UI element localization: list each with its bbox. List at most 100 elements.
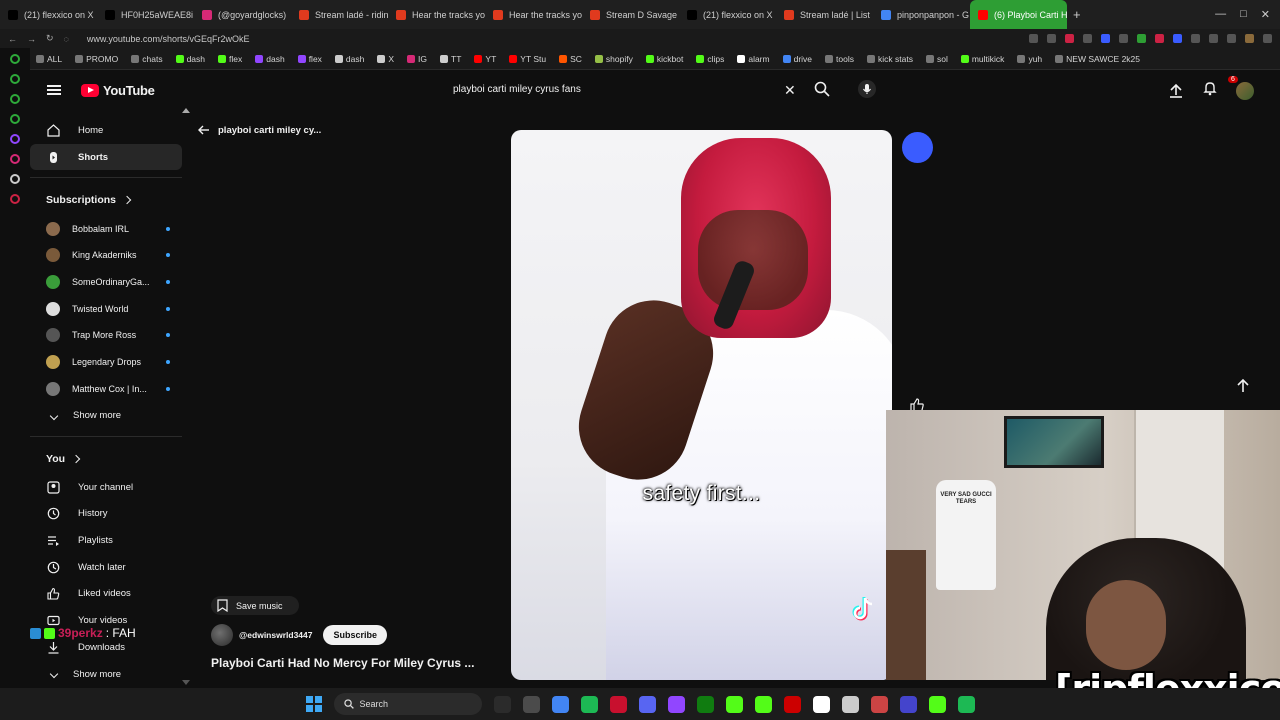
extension-icon[interactable] [1065, 34, 1074, 43]
browser-tab[interactable]: Hear the tracks yo [388, 0, 485, 29]
bookmark-item[interactable]: IG [407, 54, 427, 64]
extension-icon[interactable] [1119, 34, 1128, 43]
taskbar-app-icon[interactable] [754, 695, 772, 713]
youtube-logo[interactable]: YouTube [81, 83, 155, 98]
extension-icon[interactable] [10, 194, 20, 204]
extension-icon[interactable] [10, 54, 20, 64]
extension-icon[interactable] [1101, 34, 1110, 43]
bookmark-item[interactable]: TT [440, 54, 461, 64]
subscription-item[interactable]: Trap More Ross [30, 322, 182, 349]
sidebar-item-playlists[interactable]: Playlists [30, 527, 182, 554]
subscription-item[interactable]: Bobbalam IRL [30, 215, 182, 242]
extension-icon[interactable] [10, 74, 20, 84]
browser-tab[interactable]: HF0H25aWEAE8i [97, 0, 194, 29]
taskbar-app-icon[interactable] [493, 695, 511, 713]
search-input[interactable] [453, 84, 773, 95]
bookmark-item[interactable]: yuh [1017, 54, 1042, 64]
short-video-player[interactable]: safety first... [511, 130, 892, 680]
sidebar-item-liked-videos[interactable]: Liked videos [30, 581, 182, 608]
taskbar-app-icon[interactable] [841, 695, 859, 713]
bookmark-item[interactable]: chats [131, 54, 163, 64]
sidebar-item-home[interactable]: Home [30, 117, 182, 144]
minimize-icon[interactable]: — [1215, 8, 1226, 21]
bookmark-item[interactable]: YT Stu [509, 54, 546, 64]
extension-icon[interactable] [1191, 34, 1200, 43]
taskbar-app-icon[interactable] [812, 695, 830, 713]
taskbar-search[interactable]: Search [333, 693, 482, 715]
taskbar-app-icon[interactable] [551, 695, 569, 713]
bookmark-item[interactable]: dash [255, 54, 285, 64]
extension-icon[interactable] [1155, 34, 1164, 43]
bookmark-item[interactable]: PROMO [75, 54, 118, 64]
subscription-item[interactable]: Twisted World [30, 295, 182, 322]
channel-name[interactable]: @edwinswrld3447 [239, 630, 312, 640]
windows-start-icon[interactable] [305, 696, 322, 712]
bookmark-item[interactable]: dash [334, 54, 364, 64]
show-more-subscriptions[interactable]: Show more [30, 402, 182, 429]
taskbar-app-icon[interactable] [696, 695, 714, 713]
upload-icon[interactable] [1168, 83, 1184, 99]
account-avatar[interactable] [1236, 81, 1254, 100]
extension-icon[interactable] [10, 174, 20, 184]
browser-tab[interactable]: Hear the tracks yo [485, 0, 582, 29]
save-music-button[interactable]: Save music [211, 596, 299, 615]
browser-tab[interactable]: Stream ladé - ridin [291, 0, 388, 29]
sidebar-scroll-up-icon[interactable] [182, 108, 190, 113]
sidebar-item-your-channel[interactable]: Your channel [30, 474, 182, 501]
extension-icon[interactable] [1245, 34, 1254, 43]
clear-search-icon[interactable]: ✕ [784, 82, 796, 99]
subscription-item[interactable]: Matthew Cox | In... [30, 376, 182, 403]
bookmark-item[interactable]: NEW SAWCE 2k25 [1055, 54, 1140, 64]
subscribe-button[interactable]: Subscribe [323, 625, 387, 645]
subscription-item[interactable]: SomeOrdinaryGa... [30, 269, 182, 296]
subscription-item[interactable]: Legendary Drops [30, 349, 182, 376]
browser-tab[interactable]: (@goyardglocks) [194, 0, 291, 29]
browser-tab[interactable]: (21) flexxico on X [679, 0, 776, 29]
extension-icon[interactable] [1047, 34, 1056, 43]
bookmark-item[interactable]: clips [696, 54, 724, 64]
taskbar-app-icon[interactable] [899, 695, 917, 713]
sidebar-item-history[interactable]: History [30, 501, 182, 528]
extension-icon[interactable] [10, 114, 20, 124]
subscription-item[interactable]: King Akaderniks [30, 242, 182, 269]
bookmark-item[interactable]: flex [297, 54, 322, 64]
close-icon[interactable]: ✕ [1261, 8, 1270, 21]
extension-icon[interactable] [1137, 34, 1146, 43]
bookmark-item[interactable]: X [377, 54, 394, 64]
floating-extension-button[interactable] [902, 132, 933, 163]
taskbar-app-icon[interactable] [638, 695, 656, 713]
taskbar-app-icon[interactable] [580, 695, 598, 713]
extension-icon[interactable] [1083, 34, 1092, 43]
extension-icon[interactable] [1173, 34, 1182, 43]
extension-icon[interactable] [10, 134, 20, 144]
subscriptions-header[interactable]: Subscriptions [30, 185, 182, 215]
hamburger-menu-icon[interactable] [47, 85, 61, 95]
bookmark-item[interactable]: dash [175, 54, 205, 64]
bookmark-item[interactable]: YT [474, 54, 496, 64]
you-header[interactable]: You [30, 444, 182, 474]
maximize-icon[interactable]: □ [1240, 8, 1247, 21]
browser-tab[interactable]: (21) flexxico on X [0, 0, 97, 29]
reload-icon[interactable]: ↻ [46, 33, 54, 44]
bookmark-item[interactable]: sol [925, 54, 948, 64]
forward-icon[interactable]: → [27, 34, 36, 44]
previous-short-icon[interactable] [1235, 378, 1251, 394]
back-icon[interactable]: ← [8, 34, 17, 44]
menu-icon[interactable] [1263, 34, 1272, 43]
browser-tab[interactable]: pinponpanpon - G [873, 0, 970, 29]
shorts-back-row[interactable]: playboi carti miley cy... [198, 124, 321, 136]
browser-tab[interactable]: Stream ladé | List [776, 0, 873, 29]
short-title[interactable]: Playboi Carti Had No Mercy For Miley Cyr… [211, 656, 501, 670]
channel-avatar[interactable] [211, 624, 233, 646]
bookmark-item[interactable]: SC [559, 54, 582, 64]
bookmark-item[interactable]: drive [782, 54, 812, 64]
taskbar-app-icon[interactable] [870, 695, 888, 713]
taskbar-app-icon[interactable] [667, 695, 685, 713]
search-icon[interactable] [814, 81, 830, 97]
browser-tab[interactable]: (6) Playboi Carti Had [970, 0, 1067, 29]
microphone-icon[interactable] [858, 80, 876, 98]
bookmark-item[interactable]: flex [218, 54, 242, 64]
taskbar-app-icon[interactable] [522, 695, 540, 713]
new-tab-icon[interactable]: + [1073, 7, 1081, 22]
extension-icon[interactable] [1227, 34, 1236, 43]
